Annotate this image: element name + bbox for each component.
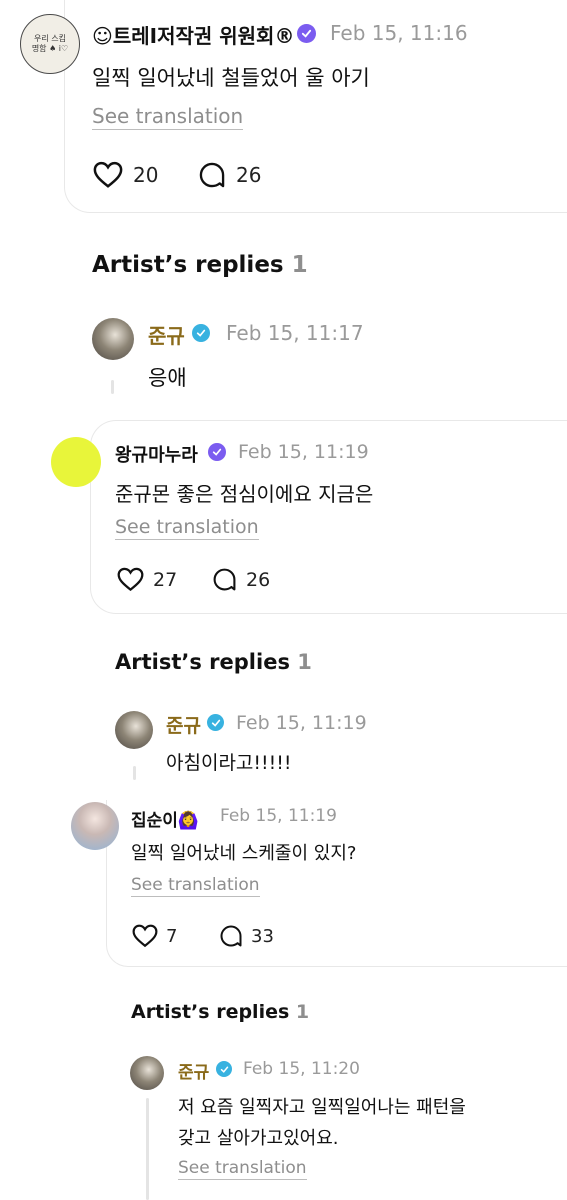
thread-line	[133, 766, 136, 780]
artist-name[interactable]: 준규	[178, 1058, 209, 1083]
timestamp: Feb 15, 11:19	[220, 806, 337, 826]
comment-button[interactable]: 33	[219, 924, 274, 948]
artist-name[interactable]: 준규	[148, 320, 185, 349]
verified-badge-icon	[297, 24, 316, 43]
comment-text: 준규몬 좋은 점심이에요 지금은	[115, 482, 374, 506]
comment-count: 26	[246, 568, 271, 591]
artist-replies-heading: Artist’s replies 1	[115, 650, 312, 674]
reply-text: 저 요즘 일찍자고 일찍일어나는 패턴을	[178, 1097, 466, 1118]
verified-badge-icon	[208, 443, 226, 461]
thread-line	[146, 1098, 149, 1200]
author-name[interactable]: 왕규마누라	[115, 441, 198, 467]
verified-badge-icon	[207, 714, 224, 731]
comment-text: 일찍 일어났네 스케줄이 있지?	[131, 843, 357, 864]
reply-text: 갖고 살아가고있어요.	[178, 1128, 339, 1149]
like-count: 27	[153, 568, 178, 591]
avatar-text: 명함 ♠ i♡	[31, 44, 69, 53]
timestamp: Feb 15, 11:19	[238, 441, 369, 463]
comment-text: 일찍 일어났네 철들었어 울 아기	[92, 66, 370, 90]
artist-name[interactable]: 준규	[166, 711, 201, 738]
comment-icon	[199, 162, 225, 188]
heart-icon	[132, 924, 158, 948]
timestamp: Feb 15, 11:16	[330, 21, 468, 45]
verified-badge-icon	[216, 1061, 232, 1077]
see-translation-link[interactable]: See translation	[115, 516, 259, 540]
timestamp: Feb 15, 11:20	[243, 1059, 360, 1079]
artist-replies-heading: Artist’s replies 1	[92, 252, 308, 278]
like-button[interactable]: 20	[93, 161, 158, 189]
comment-icon	[213, 568, 236, 591]
like-count: 20	[133, 163, 159, 187]
reply-text: 응애	[148, 366, 187, 390]
avatar[interactable]	[51, 437, 101, 487]
comment-button[interactable]: 26	[198, 161, 261, 189]
like-count: 7	[166, 925, 178, 947]
like-button[interactable]: 27	[117, 567, 177, 592]
thread-line	[111, 380, 114, 394]
comment-icon	[220, 925, 242, 947]
avatar[interactable]: 우리 스킴 명함 ♠ i♡	[20, 14, 80, 74]
timestamp: Feb 15, 11:19	[236, 712, 367, 734]
avatar[interactable]	[92, 318, 134, 360]
see-translation-link[interactable]: See translation	[131, 875, 260, 897]
comment-count: 33	[251, 925, 274, 947]
timestamp: Feb 15, 11:17	[226, 321, 364, 345]
comment-count: 26	[236, 163, 262, 187]
avatar[interactable]	[71, 802, 119, 850]
reply-text: 아침이라고!!!!!	[166, 752, 292, 774]
avatar[interactable]	[130, 1056, 164, 1090]
replies-count: 1	[291, 252, 308, 278]
avatar-text: 우리 스킴	[34, 34, 66, 43]
heart-icon	[117, 567, 144, 592]
see-translation-link[interactable]: See translation	[92, 104, 244, 130]
like-button[interactable]: 7	[132, 924, 177, 948]
artist-replies-heading: Artist’s replies 1	[131, 1001, 310, 1023]
author-name[interactable]: ☺트레I저작권 위원회®	[92, 20, 294, 49]
replies-count: 1	[295, 1001, 310, 1023]
verified-badge-icon	[192, 324, 210, 342]
heart-icon	[93, 161, 123, 188]
avatar[interactable]	[115, 711, 153, 749]
replies-count: 1	[297, 650, 312, 674]
comment-button[interactable]: 26	[212, 567, 270, 592]
author-name[interactable]: 집순이🙆‍♀️	[131, 806, 199, 831]
see-translation-link[interactable]: See translation	[178, 1158, 307, 1180]
